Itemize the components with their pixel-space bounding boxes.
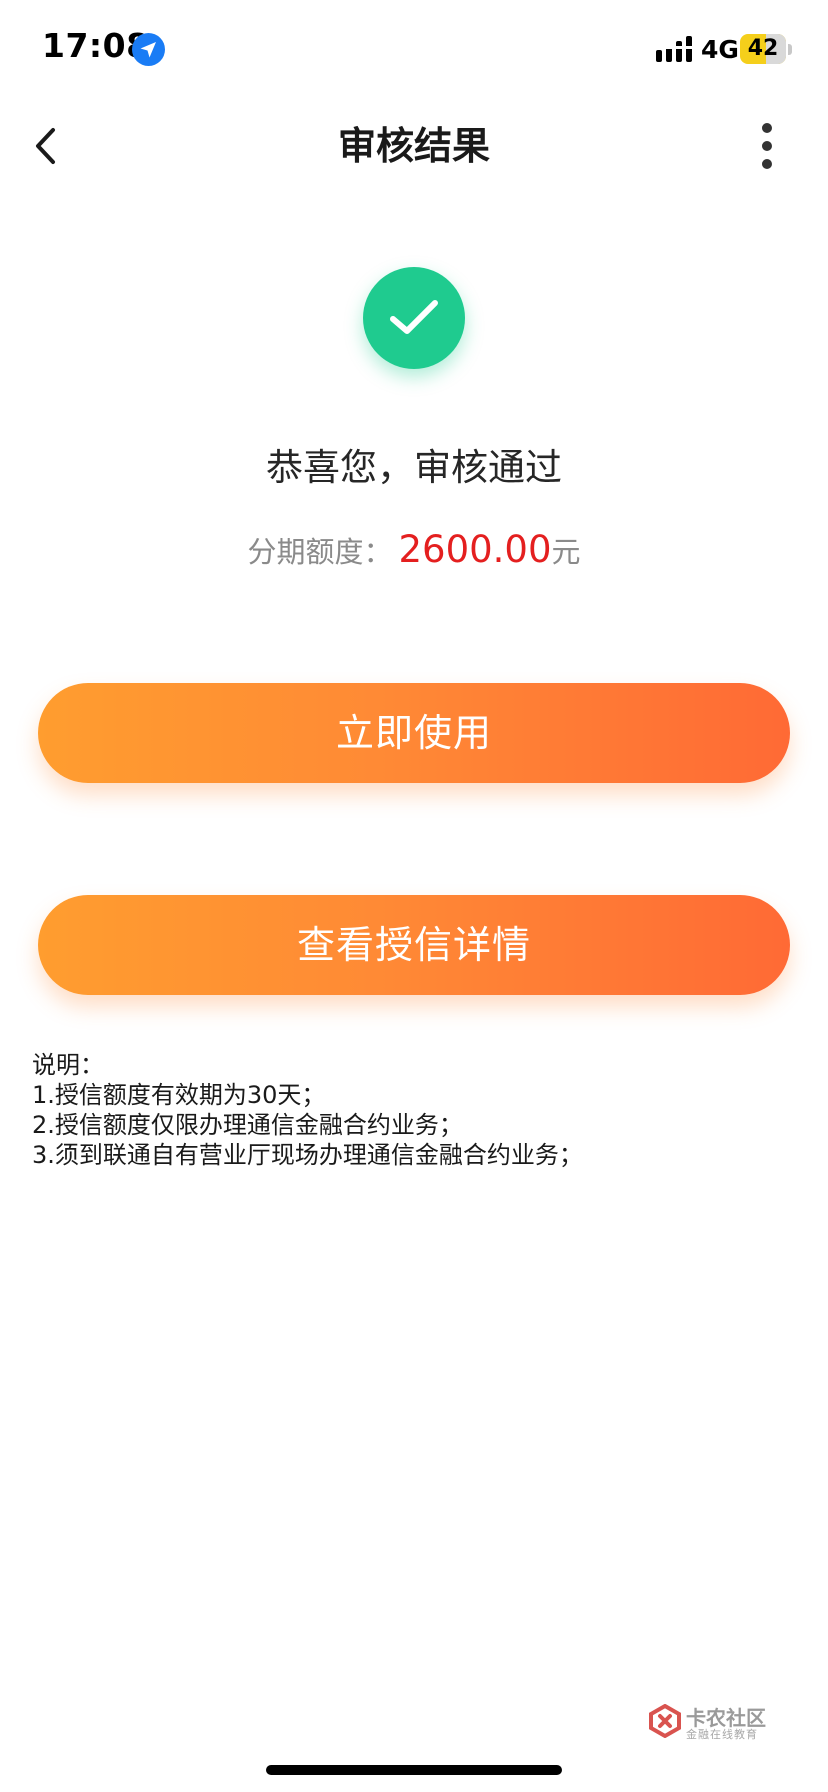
notes-title: 说明： <box>32 1051 104 1079</box>
check-icon <box>390 300 438 334</box>
location-arrow-icon <box>132 33 165 66</box>
notes-item: 2.授信额度仅限办理通信金融合约业务； <box>32 1111 463 1139</box>
page: 17:08 4G 42 审核结果 恭喜您，审核通过 分期额度： 2600.00元… <box>0 0 828 1792</box>
battery-level: 42 <box>747 36 779 61</box>
page-title: 审核结果 <box>337 124 490 168</box>
notes-section: 说明： 1.授信额度有效期为30天； 2.授信额度仅限办理通信金融合约业务； 3… <box>32 1050 812 1170</box>
chevron-left-icon[interactable] <box>28 118 68 174</box>
credit-line: 分期额度： 2600.00元 <box>0 526 828 581</box>
battery-indicator: 42 <box>740 34 786 64</box>
signal-icon <box>656 36 692 62</box>
view-credit-details-button[interactable]: 查看授信详情 <box>38 895 790 995</box>
status-bar: 17:08 4G 42 <box>0 0 828 100</box>
notes-item: 1.授信额度有效期为30天； <box>32 1081 326 1109</box>
use-now-button[interactable]: 立即使用 <box>38 683 790 783</box>
more-vertical-icon[interactable] <box>752 120 782 172</box>
credit-label: 分期额度： <box>247 535 393 569</box>
battery-cap <box>788 44 792 55</box>
notes-item: 3.须到联通自有营业厅现场办理通信金融合约业务； <box>32 1141 583 1169</box>
check-circle-icon <box>363 267 465 369</box>
credit-unit: 元 <box>551 535 581 569</box>
network-label: 4G <box>701 35 739 64</box>
result-title: 恭喜您，审核通过 <box>266 446 562 489</box>
kanong-logo-icon <box>649 1704 681 1738</box>
home-indicator[interactable] <box>266 1765 562 1775</box>
watermark-subtitle: 金融在线教育 <box>686 1728 758 1741</box>
credit-amount: 2600.00 <box>398 528 552 571</box>
watermark: 卡农社区 金融在线教育 <box>648 1702 768 1742</box>
